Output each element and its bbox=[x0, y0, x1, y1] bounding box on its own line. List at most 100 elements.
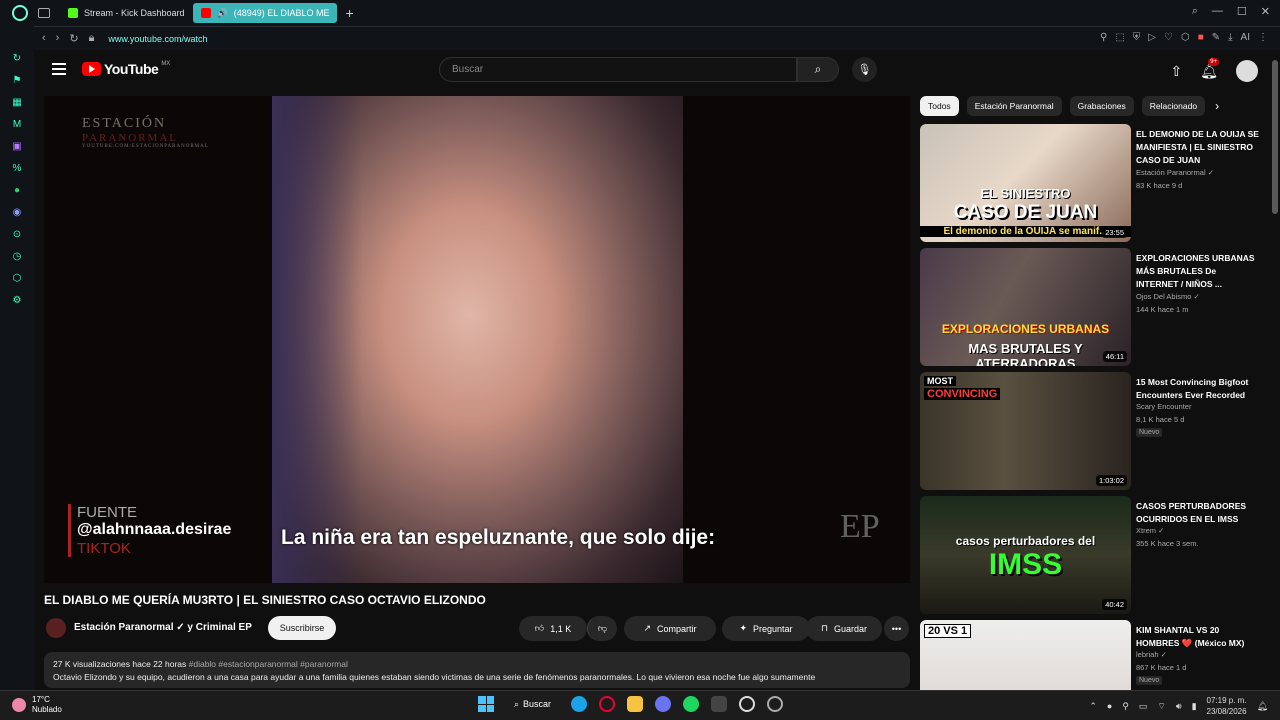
browser-logo-icon[interactable] bbox=[12, 5, 28, 21]
cube-icon[interactable]: ⬡ bbox=[1181, 32, 1190, 43]
pin-icon[interactable]: ⚲ bbox=[1100, 32, 1107, 43]
sidebar-cube-icon[interactable]: ⬡ bbox=[11, 272, 23, 284]
discord-icon[interactable] bbox=[655, 696, 672, 712]
spotify-icon[interactable] bbox=[683, 696, 700, 712]
reload-icon[interactable]: ↻ bbox=[69, 32, 78, 45]
share-button[interactable]: ↗ Compartir bbox=[624, 616, 716, 641]
history-icon[interactable]: ◷ bbox=[11, 250, 23, 262]
recommendation-item[interactable]: MOST CONVINCING 1:03:02 15 Most Convinci… bbox=[920, 372, 1262, 490]
heart-icon[interactable]: ♡ bbox=[1164, 32, 1173, 43]
dislike-button[interactable]: 👎︎ bbox=[587, 616, 617, 641]
thumbnail[interactable]: 20 VS 1 bbox=[920, 620, 1131, 690]
sidebar-app-icon[interactable]: ▦ bbox=[11, 96, 23, 108]
menu-icon[interactable]: ⋮ bbox=[1258, 32, 1268, 43]
channel-name[interactable]: Estación Paranormal ✓ bbox=[1136, 168, 1214, 177]
twitch-icon[interactable]: ▣ bbox=[11, 140, 23, 152]
more-actions-button[interactable]: ••• bbox=[884, 616, 909, 641]
tab-manager-icon[interactable] bbox=[38, 8, 50, 18]
upload-icon[interactable]: ⇧ bbox=[1170, 63, 1182, 80]
ai-icon[interactable]: AI bbox=[1241, 32, 1250, 43]
tray-app-icon[interactable]: ● bbox=[1107, 701, 1112, 711]
channel-name[interactable]: Scary Encounter bbox=[1136, 402, 1191, 411]
edge-icon[interactable] bbox=[571, 696, 588, 712]
channel-avatar[interactable] bbox=[46, 618, 66, 638]
chip-grabaciones[interactable]: Grabaciones bbox=[1069, 96, 1134, 116]
minimize-icon[interactable]: — bbox=[1212, 5, 1223, 18]
account-avatar[interactable] bbox=[1236, 60, 1258, 82]
monitor-icon[interactable]: ▭ bbox=[1139, 701, 1148, 712]
channel-name[interactable]: Ojos Del Abismo ✓ bbox=[1136, 292, 1200, 301]
chevron-right-icon[interactable]: › bbox=[1215, 99, 1219, 113]
save-button[interactable]: ⊓ Guardar bbox=[806, 616, 882, 641]
app-icon[interactable] bbox=[767, 696, 784, 712]
sidebar-percent-icon[interactable]: % bbox=[11, 162, 23, 174]
channel-name[interactable]: lebriah ✓ bbox=[1136, 650, 1167, 659]
extension-red-icon[interactable]: ■ bbox=[1198, 32, 1204, 43]
subscribe-button[interactable]: Suscribirse bbox=[268, 616, 336, 640]
temperature: 17°C bbox=[32, 695, 50, 704]
volume-icon[interactable]: 🔊︎ bbox=[1176, 701, 1182, 712]
whatsapp-icon[interactable]: ● bbox=[11, 184, 23, 196]
recommendation-item[interactable]: casos perturbadores del IMSS 40:42 CASOS… bbox=[920, 496, 1262, 614]
chip-estacion-paranormal[interactable]: Estación Paranormal bbox=[966, 96, 1062, 116]
hamburger-menu-icon[interactable] bbox=[52, 63, 66, 75]
opera-icon[interactable] bbox=[599, 696, 616, 712]
recommendation-item[interactable]: EXPLORACIONES URBANAS MAS BRUTALES Y ATE… bbox=[920, 248, 1262, 366]
page-scrollbar[interactable] bbox=[1272, 60, 1278, 214]
discord-icon[interactable]: ◉ bbox=[11, 206, 23, 218]
recommendation-item[interactable]: EL SINIESTRO CASO DE JUAN El demonio de … bbox=[920, 124, 1262, 242]
chip-relacionado[interactable]: Relacionado bbox=[1141, 96, 1206, 116]
edit-icon[interactable]: ✎ bbox=[1212, 32, 1220, 43]
sidebar-player-icon[interactable]: ⊙ bbox=[11, 228, 23, 240]
search-button[interactable]: ⌕ bbox=[797, 57, 839, 82]
tab-kick-dashboard[interactable]: Stream - Kick Dashboard bbox=[60, 3, 193, 23]
settings-icon[interactable]: ⚙ bbox=[11, 294, 23, 306]
channel-name[interactable]: Estación Paranormal ✓ y Criminal EP bbox=[74, 622, 252, 633]
weather-widget[interactable]: 17°C Nublado bbox=[12, 695, 62, 715]
terminal-icon[interactable] bbox=[711, 696, 728, 712]
source-platform: TIKTOK bbox=[77, 539, 131, 557]
video-player[interactable]: ESTACIÓN PARANORMAL YOUTUBE.COM/ESTACION… bbox=[44, 96, 910, 583]
voice-search-button[interactable]: 🎙︎ bbox=[852, 57, 877, 82]
thumbnail[interactable]: MOST CONVINCING 1:03:02 bbox=[920, 372, 1131, 490]
ask-button[interactable]: ✦ Preguntar bbox=[722, 616, 810, 641]
screenshot-icon[interactable]: ⬚ bbox=[1115, 32, 1124, 43]
thumbnail[interactable]: EL SINIESTRO CASO DE JUAN El demonio de … bbox=[920, 124, 1131, 242]
like-count: 1,1 K bbox=[550, 623, 572, 634]
windows-start-icon[interactable] bbox=[478, 696, 494, 712]
battery-icon[interactable]: ▮ bbox=[1192, 701, 1197, 712]
usb-icon[interactable]: ⚲ bbox=[1122, 701, 1129, 712]
new-tab-button[interactable]: + bbox=[345, 5, 353, 21]
recommendation-item[interactable]: 20 VS 1 KIM SHANTAL VS 20 HOMBRES ❤️ (Mé… bbox=[920, 620, 1262, 690]
clock[interactable]: 07:19 p. m. 23/08/2026 bbox=[1207, 695, 1247, 717]
back-icon[interactable]: ‹ bbox=[42, 32, 46, 45]
shield-icon[interactable]: ⛨ bbox=[1133, 32, 1141, 43]
maximize-icon[interactable]: ☐ bbox=[1237, 5, 1247, 18]
chip-todos[interactable]: Todos bbox=[920, 96, 959, 116]
chevron-up-icon[interactable]: ⌃ bbox=[1089, 701, 1097, 712]
notifications-bell-icon[interactable]: 🔔︎ 9+ bbox=[1200, 57, 1220, 80]
download-icon[interactable]: ⤓ bbox=[1228, 32, 1232, 43]
search-tabs-icon[interactable]: ⌕ bbox=[1192, 5, 1198, 18]
youtube-logo[interactable]: YouTube MX bbox=[82, 61, 170, 77]
close-icon[interactable]: ✕ bbox=[1261, 5, 1270, 18]
sidebar-mail-icon[interactable]: M bbox=[11, 118, 23, 130]
channel-name[interactable]: Xtrem ✓ bbox=[1136, 526, 1164, 535]
thumbnail[interactable]: EXPLORACIONES URBANAS MAS BRUTALES Y ATE… bbox=[920, 248, 1131, 366]
thumbnail[interactable]: casos perturbadores del IMSS 40:42 bbox=[920, 496, 1131, 614]
sidebar-ext-icon[interactable]: ⚑ bbox=[11, 74, 23, 86]
obs-icon[interactable] bbox=[739, 696, 756, 712]
sidebar-refresh-icon[interactable]: ↻ bbox=[11, 52, 23, 64]
search-input[interactable]: Buscar bbox=[439, 57, 797, 82]
url-field[interactable]: www.youtube.com/watch bbox=[108, 34, 207, 44]
network-icon[interactable]: ⌔ bbox=[1157, 701, 1165, 712]
forward-icon[interactable]: › bbox=[56, 32, 60, 45]
description-box[interactable]: 27 K visualizaciones hace 22 horas #diab… bbox=[44, 652, 910, 688]
file-explorer-icon[interactable] bbox=[627, 696, 644, 712]
hashtags[interactable]: #diablo #estacionparanormal #paranormal bbox=[189, 659, 348, 669]
notifications-icon[interactable]: 🔔︎ bbox=[1257, 701, 1268, 712]
taskbar-search[interactable]: ⌕ Buscar bbox=[506, 699, 559, 710]
like-button[interactable]: 👍︎ 1,1 K bbox=[519, 616, 587, 641]
tab-youtube[interactable]: 🔊 (48949) EL DIABLO ME bbox=[192, 3, 338, 23]
play-icon[interactable]: ▷ bbox=[1148, 32, 1156, 43]
